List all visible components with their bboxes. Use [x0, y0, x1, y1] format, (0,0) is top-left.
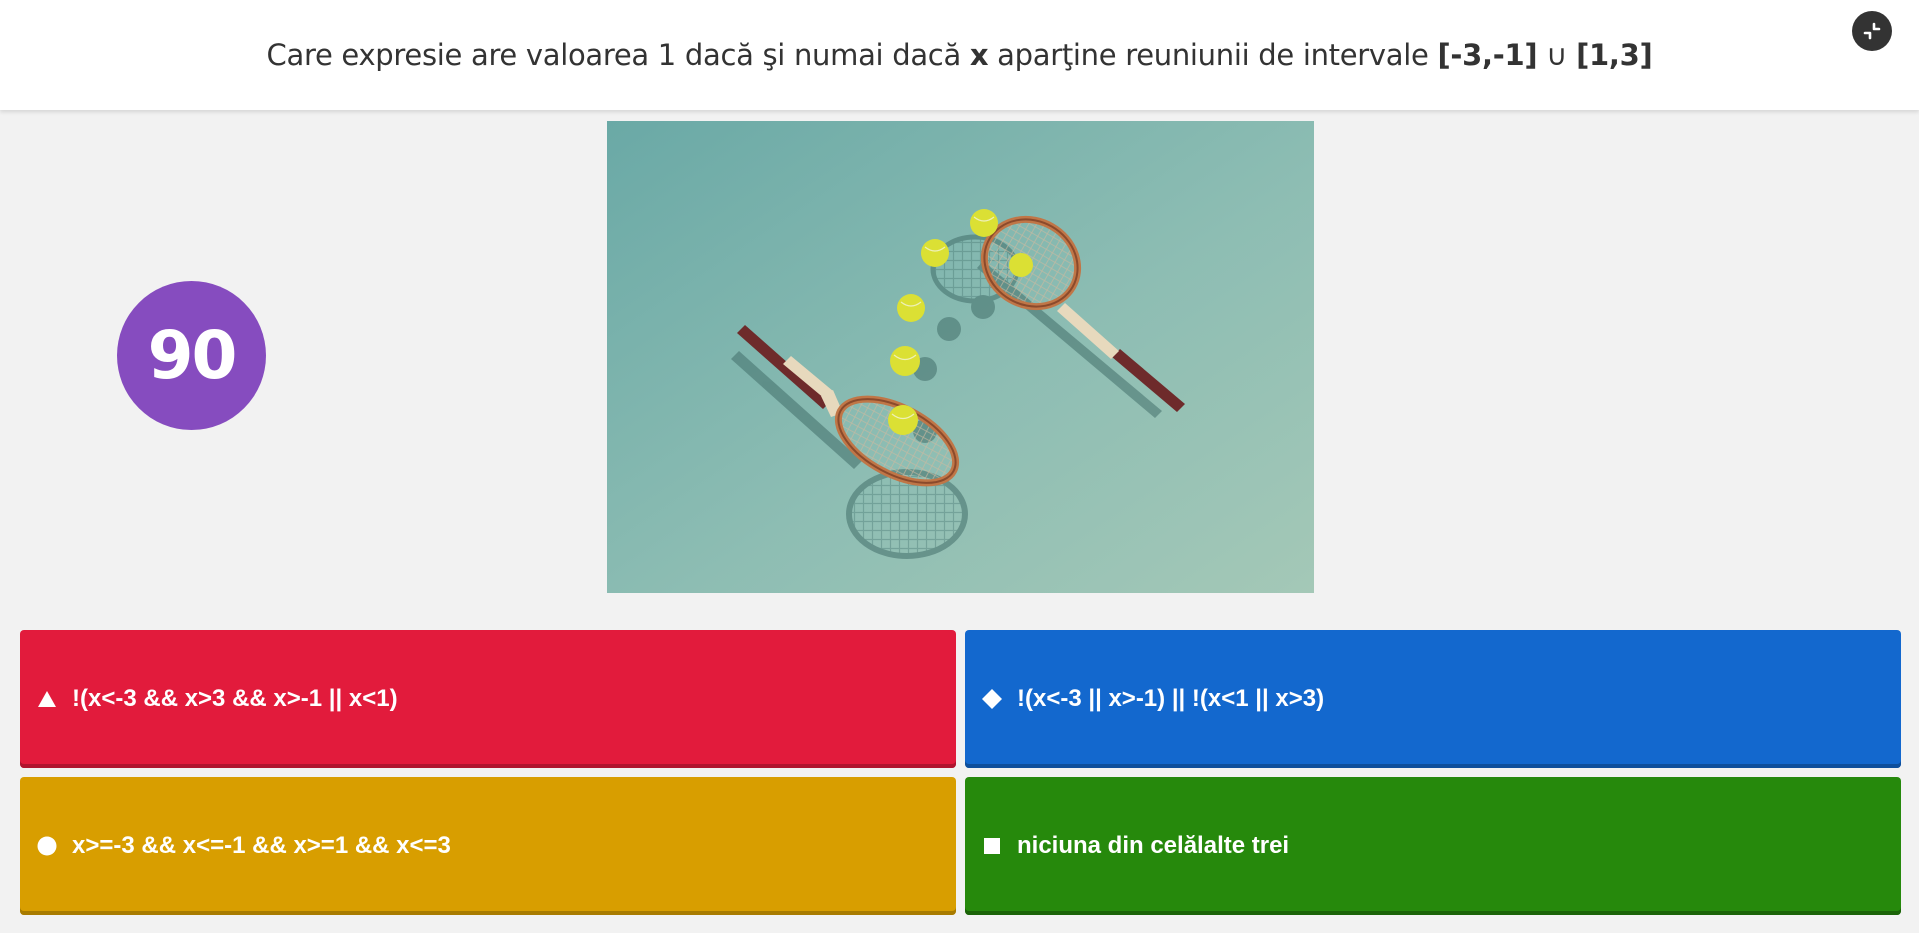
- answer-label: x>=-3 && x<=-1 && x>=1 && x<=3: [72, 832, 451, 859]
- tennis-image: [607, 121, 1314, 593]
- fullscreen-exit-icon: [1863, 22, 1881, 40]
- question-union: ∪: [1537, 38, 1577, 72]
- question-interval-2: [1,3]: [1576, 38, 1653, 72]
- question-text: Care expresie are valoarea 1 dacă şi num…: [267, 38, 1653, 72]
- answer-option-1[interactable]: !(x<-3 && x>3 && x>-1 || x<1): [20, 630, 956, 768]
- diamond-icon: [981, 688, 1003, 710]
- question-prefix: Care expresie are valoarea 1 dacă şi num…: [266, 38, 970, 72]
- question-header: Care expresie are valoarea 1 dacă şi num…: [0, 0, 1919, 110]
- question-middle: aparţine reuniunii de intervale: [988, 38, 1438, 72]
- square-icon: [981, 835, 1003, 857]
- question-variable: x: [969, 38, 989, 72]
- triangle-icon: [36, 688, 58, 710]
- circle-icon: [36, 835, 58, 857]
- timer-value: 90: [147, 317, 238, 394]
- timer: 90: [117, 281, 266, 430]
- answer-label: niciuna din celălalte trei: [1017, 832, 1290, 859]
- question-interval-1: [-3,-1]: [1437, 38, 1538, 72]
- question-image: [607, 121, 1314, 593]
- answer-label: !(x<-3 || x>-1) || !(x<1 || x>3): [1017, 685, 1325, 712]
- fullscreen-button[interactable]: [1852, 11, 1892, 51]
- answer-option-4[interactable]: niciuna din celălalte trei: [965, 777, 1901, 915]
- answer-label: !(x<-3 && x>3 && x>-1 || x<1): [72, 685, 398, 712]
- answer-option-3[interactable]: x>=-3 && x<=-1 && x>=1 && x<=3: [20, 777, 956, 915]
- answer-option-2[interactable]: !(x<-3 || x>-1) || !(x<1 || x>3): [965, 630, 1901, 768]
